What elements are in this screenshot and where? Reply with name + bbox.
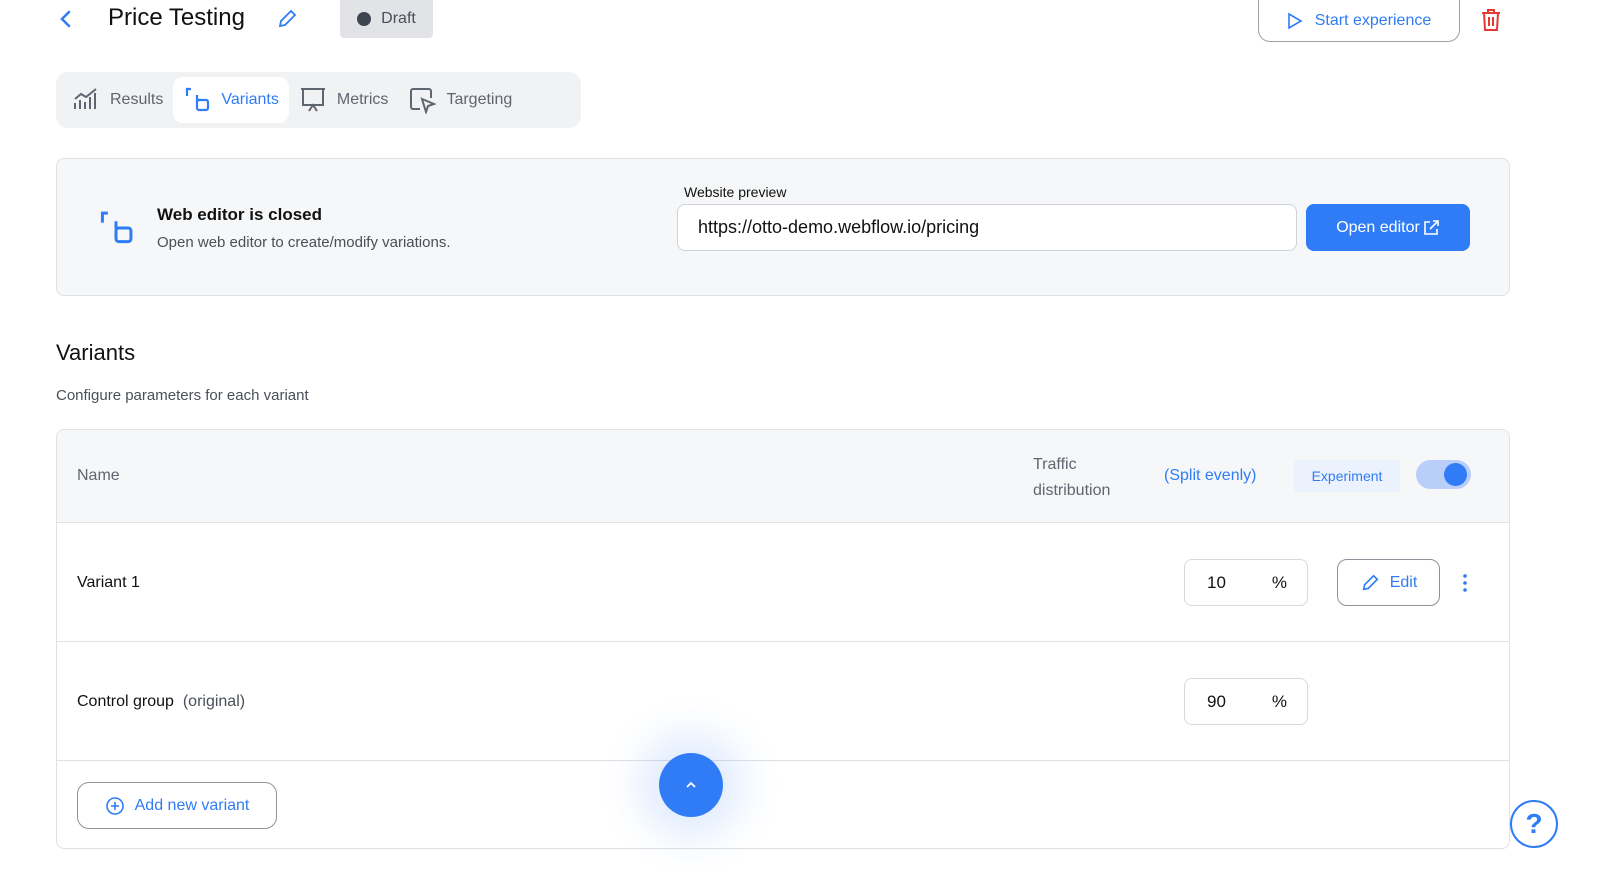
experiment-badge: Experiment: [1294, 460, 1400, 492]
table-row: Variant 1 10% Edit: [57, 523, 1509, 642]
split-evenly-link[interactable]: (Split evenly): [1164, 467, 1256, 485]
experiment-toggle[interactable]: [1416, 460, 1471, 489]
open-editor-button[interactable]: Open editor: [1306, 204, 1470, 251]
traffic-header-line2: distribution: [1033, 482, 1111, 499]
name-column-header: Name: [77, 467, 120, 484]
tab-variants[interactable]: Variants: [173, 77, 289, 123]
variant-name-text: Control group: [77, 693, 174, 710]
more-options-icon[interactable]: [1461, 573, 1469, 593]
tab-bar: Results Variants Metrics Targeting: [56, 72, 581, 128]
traffic-column-header: Traffic distribution: [1033, 452, 1110, 504]
editor-status-title: Web editor is closed: [157, 205, 323, 224]
table-footer: Add new variant: [57, 761, 1509, 848]
traffic-header-line1: Traffic: [1033, 456, 1077, 473]
variant-suffix: (original): [182, 693, 246, 710]
edit-variant-button[interactable]: Edit: [1337, 559, 1440, 606]
tab-label: Results: [110, 91, 164, 108]
chart-icon: [74, 88, 97, 109]
status-dot-icon: [357, 12, 372, 26]
add-variant-label: Add new variant: [134, 796, 250, 814]
start-experience-button[interactable]: Start experience: [1258, 0, 1460, 42]
status-text: Draft: [381, 10, 416, 27]
variants-subtitle: Configure parameters for each variant: [56, 387, 309, 404]
help-button[interactable]: ?: [1510, 800, 1558, 848]
traffic-input[interactable]: 10%: [1184, 559, 1308, 606]
plus-circle-icon: [105, 796, 124, 815]
table-row: Control group (original) 90%: [57, 642, 1509, 761]
play-icon: [1287, 12, 1303, 29]
status-badge: Draft: [340, 0, 433, 38]
variants-table: Name Traffic distribution (Split evenly) …: [56, 429, 1510, 849]
traffic-value: 10: [1207, 572, 1226, 592]
scroll-up-button[interactable]: [659, 753, 723, 817]
variant-name: Variant 1: [77, 574, 140, 591]
editor-status-subtitle: Open web editor to create/modify variati…: [157, 234, 451, 251]
external-link-icon: [1423, 219, 1439, 235]
chevron-up-icon: [686, 781, 696, 788]
variant-name: Control group (original): [77, 693, 245, 711]
tab-label: Variants: [221, 91, 279, 108]
tab-metrics[interactable]: Metrics: [289, 77, 399, 123]
delete-trash-icon[interactable]: [1480, 8, 1502, 32]
variants-icon: [186, 87, 210, 112]
tab-label: Metrics: [336, 91, 389, 108]
website-preview-input[interactable]: [677, 204, 1297, 251]
open-editor-label: Open editor: [1336, 218, 1420, 236]
traffic-input[interactable]: 90%: [1184, 678, 1308, 725]
start-label: Start experience: [1314, 11, 1432, 29]
pencil-icon: [1362, 574, 1379, 590]
page-title: Price Testing: [108, 4, 245, 31]
toggle-knob: [1444, 463, 1467, 486]
table-header: Name Traffic distribution (Split evenly) …: [57, 430, 1509, 523]
back-button[interactable]: [56, 8, 76, 30]
traffic-value: 90: [1207, 691, 1226, 711]
tab-targeting[interactable]: Targeting: [398, 77, 522, 123]
web-editor-panel: Web editor is closed Open web editor to …: [56, 158, 1510, 296]
variants-heading: Variants: [56, 340, 136, 365]
website-preview-label: Website preview: [684, 184, 787, 200]
add-variant-button[interactable]: Add new variant: [77, 782, 277, 829]
traffic-unit: %: [1271, 691, 1287, 711]
cursor-select-icon: [410, 88, 437, 114]
variants-icon: [97, 209, 135, 247]
edit-title-pencil-icon[interactable]: [276, 8, 298, 30]
tab-label: Targeting: [446, 91, 513, 108]
tab-results[interactable]: Results: [62, 77, 173, 123]
traffic-unit: %: [1271, 572, 1287, 592]
presentation-icon: [300, 88, 325, 112]
edit-label: Edit: [1389, 573, 1418, 591]
